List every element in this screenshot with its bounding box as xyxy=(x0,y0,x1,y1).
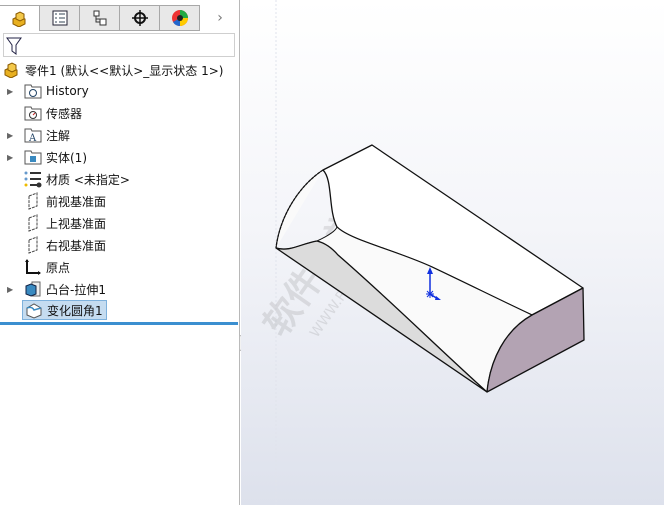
svg-text:A: A xyxy=(28,133,37,143)
rollback-bar[interactable] xyxy=(0,322,238,325)
expand-arrow-icon[interactable]: ▶ xyxy=(7,131,13,140)
property-list-icon xyxy=(52,10,67,26)
tab-feature-manager[interactable] xyxy=(0,5,40,31)
tree-item-history[interactable]: ▶ History xyxy=(0,81,238,101)
tree-item-label: 实体(1) xyxy=(46,150,87,165)
tree-item-label: 注解 xyxy=(46,128,71,143)
part-icon xyxy=(3,61,21,79)
feature-manager-panel: › 零件1 (默认<<默认>_显示状态 1>) ▶ History 传感器 ▶ A 注… xyxy=(0,0,240,505)
tree-item-label: 凸台-拉伸1 xyxy=(46,282,106,297)
tree-item-variable-fillet[interactable]: 变化圆角1 xyxy=(22,300,107,320)
tree-item-label: 变化圆角1 xyxy=(47,303,103,318)
variable-fillet-icon xyxy=(25,301,43,319)
tree-item-front-plane[interactable]: 前视基准面 xyxy=(0,191,106,211)
tab-configuration-manager[interactable] xyxy=(80,5,120,31)
history-folder-icon xyxy=(24,82,42,100)
tree-item-label: 材质 <未指定> xyxy=(46,172,130,187)
part-icon xyxy=(12,10,25,27)
plane-icon xyxy=(24,192,42,210)
tree-item-top-plane[interactable]: 上视基准面 xyxy=(0,213,106,233)
panel-tabs: › xyxy=(0,5,240,31)
configuration-icon xyxy=(93,10,106,26)
tree-item-sensors[interactable]: 传感器 xyxy=(0,103,82,123)
origin-icon xyxy=(24,258,42,276)
root-label: 零件1 (默认<<默认>_显示状态 1>) xyxy=(25,63,224,78)
more-tabs-button[interactable]: › xyxy=(200,5,240,31)
expand-arrow-icon[interactable]: ▶ xyxy=(7,87,13,96)
appearance-ball-icon xyxy=(171,10,188,27)
tree-item-label: 右视基准面 xyxy=(46,238,107,253)
tab-display-manager[interactable] xyxy=(160,5,200,31)
tree-item-solid-bodies[interactable]: ▶ 实体(1) xyxy=(0,147,87,167)
tree-item-label: 上视基准面 xyxy=(46,216,107,231)
filter-icon xyxy=(6,37,22,55)
annotation-folder-icon: A xyxy=(24,126,42,144)
plane-icon xyxy=(24,214,42,232)
material-icon xyxy=(24,170,42,188)
expand-arrow-icon[interactable]: ▶ xyxy=(7,285,13,294)
extrude-icon xyxy=(24,280,42,298)
tree-item-label: 传感器 xyxy=(46,106,83,121)
tree-item-label: History xyxy=(46,84,89,98)
sensor-folder-icon xyxy=(24,104,42,122)
tab-property-manager[interactable] xyxy=(40,5,80,31)
tree-item-origin[interactable]: 原点 xyxy=(0,257,70,277)
tree-root-part[interactable]: 零件1 (默认<<默认>_显示状态 1>) xyxy=(3,60,223,80)
tree-item-right-plane[interactable]: 右视基准面 xyxy=(0,235,106,255)
tree-item-annotations[interactable]: ▶ A 注解 xyxy=(0,125,70,145)
tree-item-boss-extrude[interactable]: ▶ 凸台-拉伸1 xyxy=(0,279,106,299)
tab-dimxpert-manager[interactable] xyxy=(120,5,160,31)
tree-filter[interactable] xyxy=(3,33,235,57)
tree-item-material[interactable]: 材质 <未指定> xyxy=(0,169,130,189)
expand-arrow-icon[interactable]: ▶ xyxy=(7,153,13,162)
tree-item-label: 原点 xyxy=(46,260,71,275)
tree-item-label: 前视基准面 xyxy=(46,194,107,209)
crosshair-icon xyxy=(131,10,148,26)
solid-bodies-folder-icon xyxy=(24,148,42,166)
plane-icon xyxy=(24,236,42,254)
graphics-viewport[interactable]: 软件自学网 WWW.RJZXW.COM xyxy=(241,0,664,505)
